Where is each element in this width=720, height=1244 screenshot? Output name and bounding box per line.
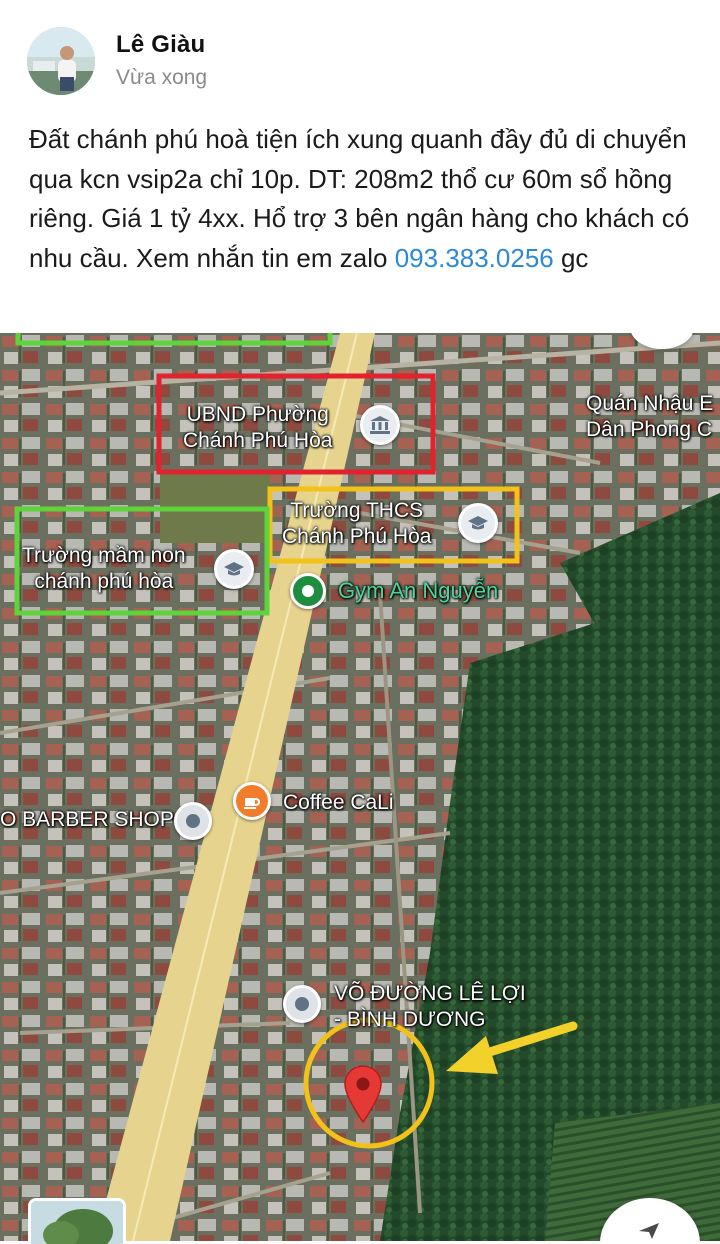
label-gym: Gym An Nguyễn (338, 578, 499, 603)
place-dot (295, 997, 309, 1011)
author-name[interactable]: Lê Giàu (116, 31, 205, 59)
map-image[interactable]: UBND Phường Chánh Phú Hòa Trường THCS Ch… (0, 333, 720, 1241)
label-thcs-line2: Chánh Phú Hòa (282, 525, 432, 548)
label-thcs: Trường THCS Chánh Phú Hòa (282, 498, 431, 550)
label-quan-nhau-line1: Quán Nhậu E (586, 392, 714, 415)
place-dot-icon[interactable] (290, 573, 326, 609)
school-cap-icon[interactable] (458, 503, 498, 543)
place-dot-icon[interactable] (283, 985, 321, 1023)
navigate-arrow-icon (639, 1223, 659, 1239)
place-dot-icon[interactable] (174, 802, 212, 840)
label-mamnon-line1: Trường mầm non (22, 544, 186, 567)
label-ubnd: UBND Phường Chánh Phú Hòa (183, 402, 332, 454)
label-ubnd-line1: UBND Phường (186, 403, 329, 426)
red-map-pin-icon[interactable] (343, 1065, 383, 1128)
label-vo-duong: VÕ ĐƯỜNG LÊ LỢI - BÌNH DƯƠNG (334, 981, 526, 1033)
label-vo-duong-line2: - BÌNH DƯƠNG (334, 1008, 486, 1031)
label-barber: O BARBER SHOP (0, 808, 174, 831)
institution-icon[interactable] (360, 405, 400, 445)
post-suffix: gc (560, 242, 589, 273)
place-dot (186, 814, 200, 828)
label-ubnd-line2: Chánh Phú Hòa (183, 429, 333, 452)
post-body-text: Đất chánh phú hoà tiện ích xung quanh đầ… (29, 124, 690, 273)
label-mamnon: Trường mầm non chánh phú hòa (22, 543, 186, 595)
coffee-cup-icon[interactable] (233, 782, 271, 820)
label-quan-nhau-line2: Dân Phong C (586, 418, 713, 441)
place-dot (302, 585, 314, 597)
post-timestamp: Vừa xong (116, 66, 208, 89)
label-mamnon-line2: chánh phú hòa (34, 570, 174, 593)
photo-thumbnail[interactable] (28, 1198, 126, 1244)
avatar[interactable] (27, 27, 95, 95)
label-vo-duong-line1: VÕ ĐƯỜNG LÊ LỢI (334, 982, 526, 1005)
post-body: Đất chánh phú hoà tiện ích xung quanh đầ… (29, 120, 701, 278)
school-cap-icon[interactable] (214, 549, 254, 589)
label-thcs-line1: Trường THCS (290, 499, 424, 522)
post-header: Lê Giàu Vừa xong (0, 0, 720, 110)
phone-link[interactable]: 093.383.0256 (395, 243, 554, 273)
label-coffee: Coffee CaLi (283, 791, 394, 814)
label-quan-nhau: Quán Nhậu E Dân Phong C (586, 391, 713, 443)
